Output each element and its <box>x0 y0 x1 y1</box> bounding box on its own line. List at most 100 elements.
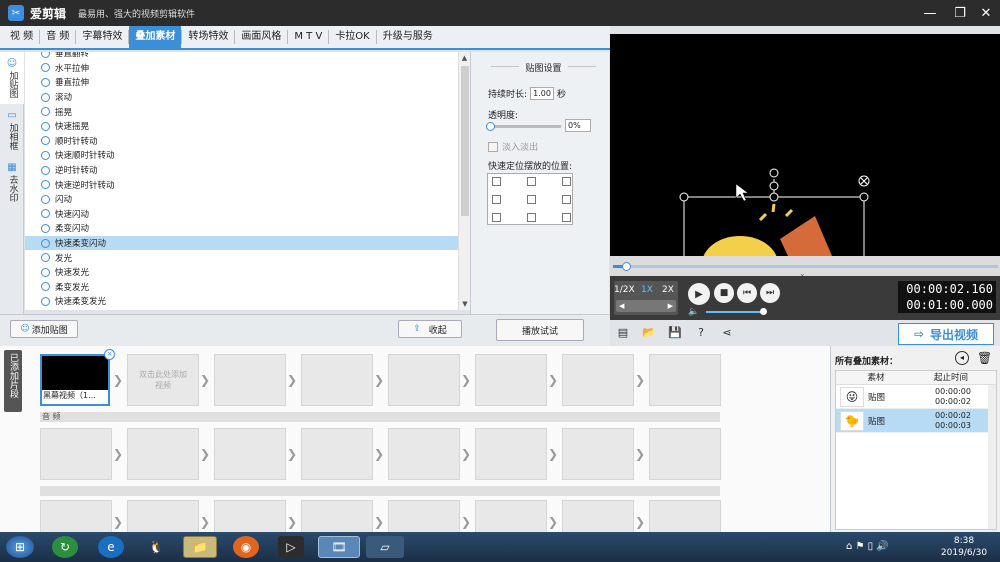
audio-slot[interactable] <box>475 428 547 480</box>
materials-scrollbar[interactable] <box>988 385 996 529</box>
resize-handle-top[interactable] <box>769 192 779 202</box>
position-cell[interactable] <box>562 195 571 204</box>
fade-checkbox-row[interactable]: 淡入淡出 <box>488 140 538 153</box>
open-folder-icon[interactable]: 📂 <box>642 326 656 340</box>
tab-overlay-materials[interactable]: 叠加素材 <box>129 26 182 48</box>
video-slot[interactable] <box>475 354 547 406</box>
rotate-handle[interactable] <box>769 168 779 178</box>
effect-list-scrollbar[interactable]: ▲ ▼ <box>458 52 470 310</box>
opacity-value[interactable]: 0% <box>565 119 591 132</box>
stop-button[interactable]: ■ <box>714 283 734 303</box>
frame-step-slider[interactable]: ◀ ▶ <box>616 300 676 312</box>
effect-item[interactable]: 柔变发光 <box>25 280 458 295</box>
share-icon[interactable]: ⋖ <box>720 326 734 340</box>
side-tab-add-frame[interactable]: ▭ 加相框 <box>0 104 24 156</box>
audio-slot[interactable] <box>562 428 634 480</box>
step-forward-icon[interactable]: ▶ <box>668 300 673 312</box>
effect-item[interactable]: 柔变闪动 <box>25 221 458 236</box>
next-frame-button[interactable]: ⏭ <box>760 283 780 303</box>
effect-radio[interactable] <box>41 267 50 277</box>
step-back-icon[interactable]: ◀ <box>619 300 624 312</box>
video-slot[interactable] <box>562 354 634 406</box>
effect-item[interactable]: 快速摇晃 <box>25 119 458 134</box>
taskbar-clock[interactable]: 8:38 2019/6/30 <box>936 535 992 559</box>
audio-slot[interactable] <box>40 428 112 480</box>
effect-radio[interactable] <box>41 136 50 146</box>
rotate-handle-mid[interactable] <box>769 181 779 191</box>
effect-radio[interactable] <box>41 63 50 73</box>
rate-1x-button[interactable]: 1X <box>637 283 657 297</box>
preview-play-button[interactable]: 播放试试 <box>496 319 584 341</box>
tab-upgrade-service[interactable]: 升级与服务 <box>377 26 439 48</box>
progress-knob[interactable] <box>622 262 631 271</box>
effect-item[interactable]: 快速柔变闪动 <box>25 235 458 251</box>
resize-handle-tl[interactable] <box>679 192 689 202</box>
effect-item[interactable]: 滚动 <box>25 90 458 105</box>
effect-radio[interactable] <box>41 92 50 102</box>
effect-item[interactable]: 快速闪动 <box>25 207 458 222</box>
effect-item[interactable]: 顺时针转动 <box>25 134 458 149</box>
effect-radio[interactable] <box>41 209 50 219</box>
tab-audio[interactable]: 音 频 <box>40 26 75 48</box>
preview-screen[interactable] <box>610 34 1000 256</box>
effect-radio[interactable] <box>41 238 50 248</box>
duration-input[interactable]: 1.00 <box>530 87 555 100</box>
tab-karaoke[interactable]: 卡拉OK <box>329 26 375 48</box>
video-slot[interactable] <box>214 354 286 406</box>
effect-item[interactable]: 快速顺时针转动 <box>25 148 458 163</box>
add-sticker-button[interactable]: ☺ 添加贴图 <box>10 320 78 338</box>
effect-radio[interactable] <box>41 52 50 58</box>
audio-slot[interactable] <box>214 428 286 480</box>
delete-material-icon[interactable]: 🗑 <box>977 351 992 365</box>
effect-radio[interactable] <box>41 150 50 160</box>
tab-mtv[interactable]: M T V <box>288 26 328 48</box>
material-row[interactable]: 😜 贴图 00:00:00 00:00:02 <box>836 385 996 409</box>
effect-radio[interactable] <box>41 121 50 131</box>
position-cell[interactable] <box>492 195 501 204</box>
app-window-icon[interactable]: ▱ <box>366 536 404 558</box>
material-row[interactable]: 🐤 贴图 00:00:02 00:00:03 <box>836 409 996 433</box>
playback-progress[interactable]: ⌄ <box>610 256 1000 278</box>
video-slot[interactable] <box>388 354 460 406</box>
collapse-button[interactable]: ⇪ 收起 <box>398 320 462 338</box>
effect-radio[interactable] <box>41 282 50 292</box>
restore-button[interactable]: ❐ <box>946 0 974 26</box>
ie-browser-icon[interactable]: e <box>98 536 124 558</box>
volume-slider[interactable] <box>706 308 767 315</box>
remove-clip-icon[interactable]: × <box>104 349 115 360</box>
play-button[interactable]: ▶ <box>688 283 710 305</box>
position-cell[interactable] <box>492 177 501 186</box>
audio-slot[interactable] <box>301 428 373 480</box>
effect-item[interactable]: 快速柔变发光 <box>25 294 458 309</box>
position-cell[interactable] <box>527 177 536 186</box>
audio-slot[interactable] <box>388 428 460 480</box>
opacity-slider[interactable] <box>486 122 561 131</box>
qq-icon[interactable]: 🐧 <box>143 536 169 558</box>
scroll-up-icon[interactable]: ▲ <box>459 52 470 64</box>
add-video-slot[interactable]: 双击此处添加视频 <box>127 354 199 406</box>
audio-slot[interactable] <box>649 428 721 480</box>
video-slot[interactable] <box>649 354 721 406</box>
effect-item[interactable]: 垂直翻转 <box>25 52 458 61</box>
effect-radio[interactable] <box>41 194 50 204</box>
position-cell[interactable] <box>562 213 571 222</box>
side-tab-add-sticker[interactable]: ☺ 加贴图 <box>0 52 24 104</box>
tab-subtitle-effects[interactable]: 字幕特效 <box>76 26 128 48</box>
volume-knob[interactable] <box>760 308 767 315</box>
position-cell[interactable] <box>527 195 536 204</box>
help-icon[interactable]: ? <box>694 326 708 340</box>
close-button[interactable]: ✕ <box>972 0 1000 26</box>
position-cell[interactable] <box>492 213 501 222</box>
start-menu-icon[interactable]: ⊞ <box>6 536 34 558</box>
resize-handle-tr[interactable] <box>859 192 869 202</box>
effect-item[interactable]: 摇晃 <box>25 104 458 119</box>
save-icon[interactable]: 💾 <box>668 326 682 340</box>
audio-slot[interactable] <box>127 428 199 480</box>
effect-item[interactable]: 逆时针转动 <box>25 163 458 178</box>
firefox-icon[interactable]: ◉ <box>233 536 259 558</box>
effect-radio[interactable] <box>41 180 50 190</box>
effect-item[interactable]: 水平拉伸 <box>25 61 458 76</box>
browser-360-icon[interactable]: ↻ <box>52 536 78 558</box>
export-video-button[interactable]: ⇨ 导出视频 <box>898 323 994 345</box>
new-project-icon[interactable]: ▤ <box>616 326 630 340</box>
